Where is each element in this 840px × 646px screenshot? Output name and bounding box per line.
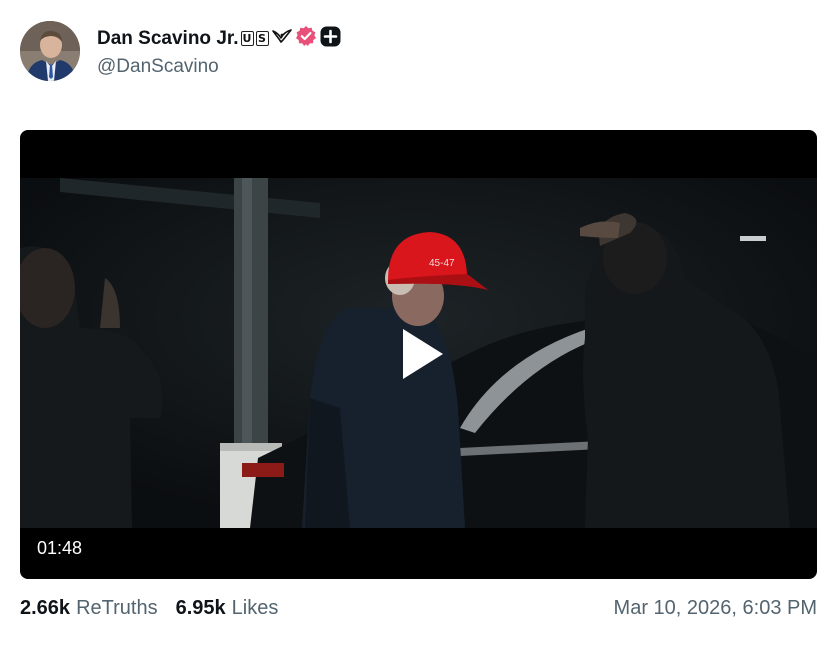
name-row: Dan Scavino Jr. U S [97, 25, 341, 53]
retruths-stat[interactable]: 2.66k ReTruths [20, 597, 158, 620]
flag-letter-s: S [255, 31, 269, 46]
hat-text: 45-47 [429, 258, 455, 269]
video-player[interactable]: 45-47 01:48 [20, 130, 817, 579]
likes-label: Likes [231, 596, 279, 619]
eagle-icon [271, 28, 292, 49]
verified-badge-icon [295, 25, 317, 52]
play-icon [403, 329, 443, 379]
author-block: Dan Scavino Jr. U S @DanScavino [97, 25, 341, 78]
avatar[interactable] [20, 21, 80, 81]
display-name[interactable]: Dan Scavino Jr. [97, 28, 239, 50]
post-header: Dan Scavino Jr. U S @DanScavino [20, 20, 341, 82]
post-timestamp[interactable]: Mar 10, 2026, 6:03 PM [614, 597, 817, 620]
video-duration: 01:48 [37, 538, 83, 558]
post-stats: 2.66k ReTruths 6.95k Likes Mar 10, 2026,… [20, 594, 817, 622]
likes-stat[interactable]: 6.95k Likes [176, 597, 279, 620]
retruths-label: ReTruths [76, 596, 158, 619]
likes-count: 6.95k [175, 596, 226, 619]
play-button[interactable] [392, 324, 452, 384]
retruths-count: 2.66k [20, 596, 71, 619]
author-handle[interactable]: @DanScavino [97, 56, 341, 78]
plus-badge-icon [320, 26, 341, 52]
flag-letter-u: U [240, 31, 254, 46]
